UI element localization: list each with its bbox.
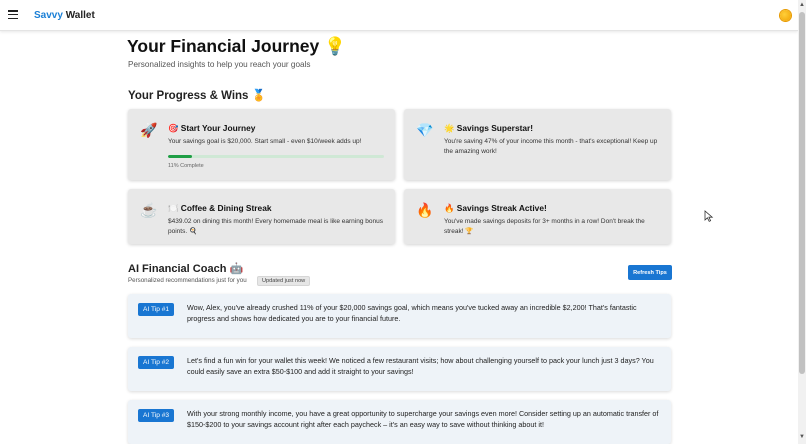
- star-icon: 🌟: [444, 123, 455, 133]
- sun-avatar-icon[interactable]: [780, 10, 791, 21]
- card-body: You've made savings deposits for 3+ mont…: [444, 218, 645, 235]
- lightbulb-icon: 💡: [324, 36, 346, 56]
- card-savings-streak[interactable]: 🔥 🔥 Savings Streak Active! You've made s…: [404, 189, 671, 244]
- savings-progress-bar: [168, 155, 384, 158]
- progress-fill: [168, 155, 192, 158]
- brand-wallet: Wallet: [65, 10, 95, 21]
- card-title-text: Start Your Journey: [180, 123, 256, 133]
- flame-icon: 🔥: [444, 203, 455, 213]
- progress-label: 11% Complete: [168, 163, 204, 169]
- page-subtitle: Personalized insights to help you reach …: [128, 60, 311, 69]
- card-body: You're saving 47% of your income this mo…: [444, 138, 658, 155]
- coffee-icon: ☕: [140, 202, 158, 218]
- medal-icon: 🏅: [251, 90, 266, 102]
- scroll-down-arrow-icon[interactable]: ▼: [799, 434, 805, 440]
- target-icon: 🎯: [168, 123, 179, 133]
- card-title-text: Coffee & Dining Streak: [180, 203, 272, 213]
- page-title: Your Financial Journey 💡: [127, 36, 346, 57]
- mouse-cursor-icon: [704, 210, 714, 222]
- fire-icon: 🔥: [416, 202, 434, 218]
- coach-title-text: AI Financial Coach: [128, 263, 227, 275]
- scrollbar-thumb[interactable]: [799, 12, 805, 374]
- card-title-text: Savings Superstar!: [456, 123, 534, 133]
- page-title-text: Your Financial Journey: [127, 36, 320, 56]
- progress-section-title: Your Progress & Wins 🏅: [128, 88, 266, 102]
- card-title: 🌟 Savings Superstar!: [444, 123, 533, 134]
- refresh-tips-button[interactable]: Refresh Tips: [628, 265, 672, 280]
- rocket-icon: 🚀: [140, 122, 158, 138]
- ai-tip-card: AI Tip #3 With your strong monthly incom…: [128, 400, 671, 444]
- card-title: 🔥 Savings Streak Active!: [444, 203, 547, 214]
- card-body: Your savings goal is $20,000. Start smal…: [168, 138, 362, 145]
- ai-tip-text: Wow, Alex, you've already crushed 11% of…: [187, 303, 637, 323]
- ai-tip-badge: AI Tip #3: [138, 409, 175, 422]
- card-savings-superstar[interactable]: 💎 🌟 Savings Superstar! You're saving 47%…: [404, 109, 671, 180]
- progress-section-title-text: Your Progress & Wins: [128, 90, 249, 102]
- hamburger-menu-icon[interactable]: [8, 10, 18, 20]
- gem-icon: 💎: [416, 122, 434, 138]
- updated-badge: Updated just now: [257, 276, 311, 286]
- coach-section-title: AI Financial Coach 🤖: [128, 262, 243, 275]
- app-brand[interactable]: Savvy Wallet: [34, 10, 95, 21]
- page-scrollbar[interactable]: ▲ ▼: [798, 0, 806, 444]
- ai-tip-card: AI Tip #2 Let's find a fun win for your …: [128, 347, 671, 391]
- card-body: $439.02 on dining this month! Every home…: [168, 218, 383, 235]
- ai-tip-card: AI Tip #1 Wow, Alex, you've already crus…: [128, 294, 671, 338]
- card-coffee-dining-streak[interactable]: ☕ 🍽️ Coffee & Dining Streak $439.02 on d…: [128, 189, 395, 244]
- coach-subtitle: Personalized recommendations just for yo…: [128, 277, 247, 284]
- brand-savvy: Savvy: [34, 10, 63, 21]
- ai-tip-text: With your strong monthly income, you hav…: [187, 409, 659, 429]
- card-title: 🍽️ Coffee & Dining Streak: [168, 203, 272, 214]
- card-title-text: Savings Streak Active!: [456, 203, 547, 213]
- ai-tip-text: Let's find a fun win for your wallet thi…: [187, 356, 654, 376]
- ai-tip-badge: AI Tip #1: [138, 303, 175, 316]
- card-title: 🎯 Start Your Journey: [168, 123, 255, 134]
- top-app-bar: Savvy Wallet: [0, 0, 798, 31]
- scroll-up-arrow-icon[interactable]: ▲: [799, 2, 805, 8]
- robot-icon: 🤖: [229, 263, 244, 275]
- dining-icon: 🍽️: [168, 203, 179, 213]
- card-start-journey[interactable]: 🚀 🎯 Start Your Journey Your savings goal…: [128, 109, 395, 180]
- ai-tip-badge: AI Tip #2: [138, 356, 175, 369]
